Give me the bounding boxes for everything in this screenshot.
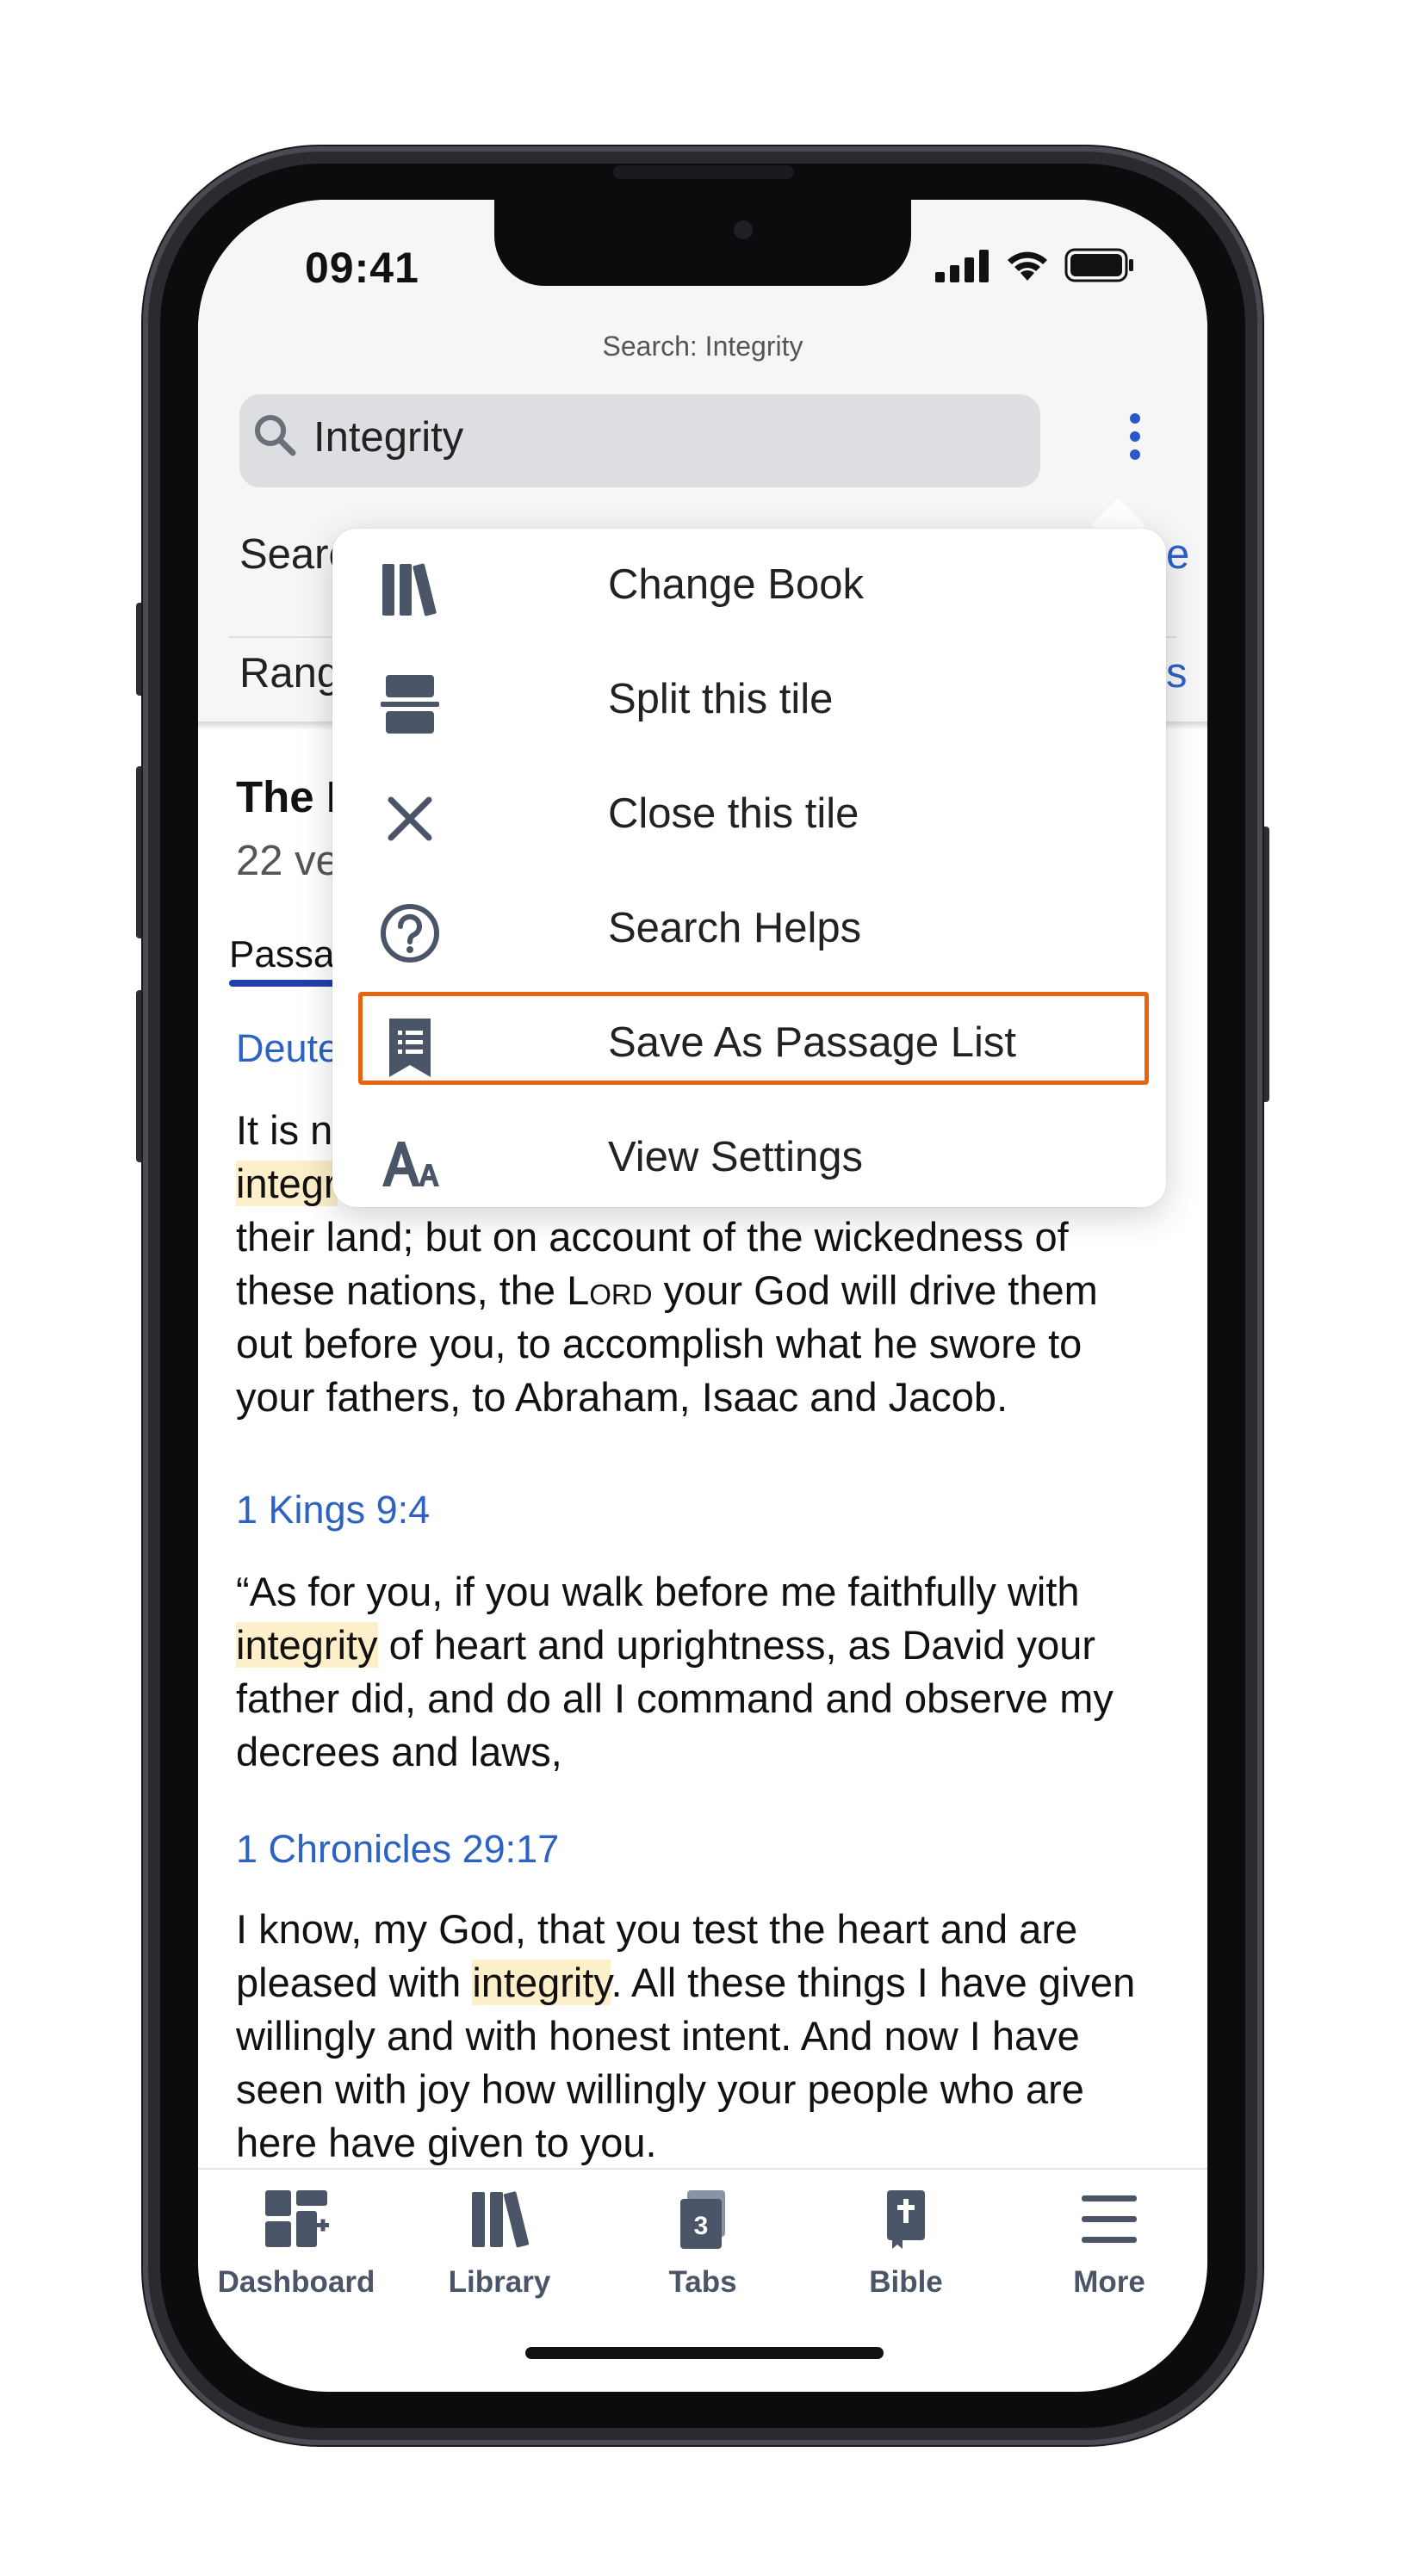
- search-icon: [255, 415, 296, 456]
- tabs-badge: 3: [694, 2212, 709, 2240]
- screen: 09:41 Search: Integrity Integrity Searc …: [198, 200, 1207, 2392]
- status-time: 09:41: [305, 244, 419, 292]
- menu-label: Change Book: [608, 561, 864, 608]
- tab-label: Dashboard: [217, 2265, 375, 2299]
- verse-text-deut-line4: these nations, the Lord your God will dr…: [236, 1264, 1183, 1317]
- results-heading: The I: [236, 772, 339, 821]
- menu-item-search-helps[interactable]: Search Helps: [332, 875, 1166, 987]
- results-count: 22 ve: [236, 838, 339, 884]
- tab-bible[interactable]: Bible: [811, 2180, 1001, 2300]
- verse-text-kings-line3: father did, and do all I command and obs…: [236, 1675, 1114, 1721]
- verse-reference-kings[interactable]: 1 Kings 9:4: [236, 1488, 430, 1533]
- verse-text-deut-line5: out before you, to accomplish what he sw…: [236, 1321, 1083, 1366]
- menu-label: Split this tile: [608, 676, 834, 722]
- front-camera: [734, 220, 753, 239]
- split-icon: [381, 675, 439, 734]
- home-indicator[interactable]: [525, 2347, 884, 2359]
- wifi-icon: [1008, 251, 1047, 281]
- verse-text-chron-line5: here have given to you.: [236, 2120, 657, 2165]
- verse-reference-deut[interactable]: Deute: [236, 1026, 339, 1071]
- tab-label: Library: [448, 2265, 551, 2299]
- menu-item-close-tile[interactable]: Close this tile: [332, 760, 1166, 872]
- verse-text: . All these things I have given: [611, 1960, 1136, 2005]
- range-row-value[interactable]: s: [1166, 649, 1188, 697]
- verse-text-deut-line6: your fathers, to Abraham, Isaac and Jaco…: [236, 1374, 1008, 1420]
- menu-item-view-settings[interactable]: View Settings: [332, 1104, 1166, 1216]
- library-icon: [472, 2191, 530, 2248]
- search-value: Integrity: [313, 414, 464, 461]
- dashboard-icon: [265, 2190, 329, 2247]
- selection-highlight: [358, 992, 1149, 1085]
- tab-library[interactable]: Library: [405, 2180, 594, 2300]
- page-title: Search: Integrity: [602, 331, 803, 362]
- menu-label: Search Helps: [608, 905, 862, 951]
- tab-more[interactable]: More: [1014, 2180, 1204, 2300]
- verse-reference-chron[interactable]: 1 Chronicles 29:17: [236, 1827, 559, 1872]
- tab-passages[interactable]: Passa: [229, 933, 334, 976]
- verse-text-chron-line2: pleased with integrity. All these things…: [236, 1956, 1183, 2009]
- verse-text: of heart and uprightness, as David your: [377, 1622, 1096, 1668]
- tab-dashboard[interactable]: Dashboard: [202, 2180, 391, 2300]
- verse-text-chron-line4: seen with joy how willingly your people …: [236, 2066, 1084, 2112]
- search-row-value[interactable]: e: [1166, 530, 1189, 579]
- verse-text-kings-line1: “As for you, if you walk before me faith…: [236, 1569, 1080, 1614]
- range-row-label[interactable]: Rang: [239, 649, 340, 697]
- search-highlight: integrity: [472, 1960, 611, 2005]
- menu-label: Close this tile: [608, 790, 859, 837]
- search-highlight: integr: [236, 1161, 338, 1206]
- tab-label: Tabs: [668, 2265, 737, 2299]
- tab-tabs[interactable]: 3 Tabs: [608, 2180, 797, 2300]
- earpiece: [613, 165, 794, 179]
- lord-smallcaps: Lord: [567, 1267, 653, 1313]
- menu-item-change-book[interactable]: Change Book: [332, 531, 1166, 643]
- cellular-signal-icon: [935, 250, 989, 282]
- close-icon: [388, 796, 432, 841]
- verse-text-kings-line4: decrees and laws,: [236, 1729, 562, 1774]
- verse-text-deut-line3: their land; but on account of the wicked…: [236, 1214, 1069, 1260]
- verse-text-chron-line3: willingly and with honest intent. And no…: [236, 2013, 1080, 2059]
- menu-icon: [1082, 2195, 1137, 2243]
- battery-icon: [1064, 248, 1133, 282]
- more-options-icon[interactable]: [1118, 413, 1152, 474]
- help-icon: [381, 904, 439, 963]
- notch: [494, 200, 911, 286]
- verse-text-kings-line2: integrity of heart and uprightness, as D…: [236, 1619, 1183, 1672]
- menu-item-split-tile[interactable]: Split this tile: [332, 646, 1166, 758]
- menu-label: View Settings: [608, 1134, 863, 1180]
- search-highlight: integrity: [236, 1622, 378, 1668]
- verse-text: your God will drive them: [663, 1267, 1098, 1313]
- tabbar-divider: [198, 2168, 1207, 2170]
- text-size-icon: [382, 1142, 439, 1186]
- verse-text-chron-line1: I know, my God, that you test the heart …: [236, 1906, 1078, 1952]
- tabs-icon: 3: [680, 2190, 725, 2249]
- verse-text: these nations, the: [236, 1267, 556, 1313]
- bible-icon: [887, 2190, 925, 2249]
- verse-text: pleased with: [236, 1960, 473, 2005]
- tab-label: More: [1073, 2265, 1145, 2299]
- tab-label: Bible: [869, 2265, 943, 2299]
- books-icon: [382, 563, 437, 616]
